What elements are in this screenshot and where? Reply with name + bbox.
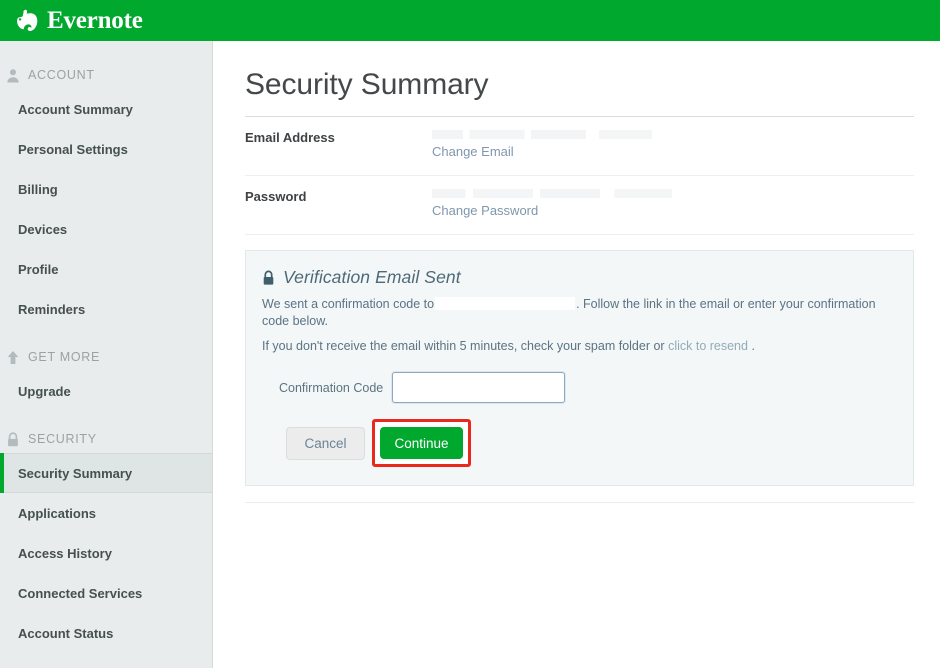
lock-icon bbox=[6, 431, 20, 447]
cancel-button[interactable]: Cancel bbox=[286, 426, 365, 460]
sidebar-item-label: Billing bbox=[18, 181, 58, 197]
person-icon bbox=[6, 68, 20, 83]
email-address-label: Email Address bbox=[245, 130, 335, 145]
sidebar-item-billing[interactable]: Billing bbox=[0, 169, 212, 209]
evernote-brand[interactable]: Evernote bbox=[14, 8, 143, 33]
password-row: Password Change Password bbox=[245, 176, 914, 235]
sidebar-item-devices[interactable]: Devices bbox=[0, 209, 212, 249]
sidebar-section-get-more: GET MORE bbox=[0, 343, 212, 371]
sidebar-section-security: SECURITY bbox=[0, 425, 212, 453]
click-to-resend-link[interactable]: click to resend bbox=[668, 339, 748, 353]
evernote-account-page: Evernote ACCOUNT Account Summary Persona… bbox=[0, 0, 940, 668]
sidebar-item-reminders[interactable]: Reminders bbox=[0, 289, 212, 329]
sidebar-section-account: ACCOUNT bbox=[0, 61, 212, 89]
verification-actions: Cancel Continue bbox=[286, 419, 897, 467]
sidebar-section-label: SECURITY bbox=[28, 432, 97, 446]
change-password-link[interactable]: Change Password bbox=[432, 203, 538, 218]
sidebar-item-label: Reminders bbox=[18, 301, 86, 317]
password-label: Password bbox=[245, 189, 307, 204]
top-bar: Evernote bbox=[0, 0, 940, 41]
change-email-link[interactable]: Change Email bbox=[432, 144, 514, 159]
sidebar-item-label: Account Summary bbox=[18, 101, 133, 117]
confirmation-code-input[interactable] bbox=[392, 372, 566, 403]
password-value-redacted bbox=[432, 189, 672, 198]
sidebar-item-upgrade[interactable]: Upgrade bbox=[0, 371, 212, 411]
sidebar-item-personal-settings[interactable]: Personal Settings bbox=[0, 129, 212, 169]
sidebar: ACCOUNT Account Summary Personal Setting… bbox=[0, 41, 213, 668]
brand-name: Evernote bbox=[47, 7, 143, 34]
sidebar-item-label: Personal Settings bbox=[18, 141, 128, 157]
confirmation-code-label: Confirmation Code bbox=[279, 380, 384, 395]
confirmation-code-row: Confirmation Code bbox=[279, 372, 897, 403]
sidebar-item-label: Security Summary bbox=[18, 465, 133, 481]
continue-button-highlight: Continue bbox=[372, 419, 471, 467]
verification-email-panel: Verification Email Sent We sent a confir… bbox=[245, 250, 914, 486]
sidebar-item-label: Applications bbox=[18, 505, 97, 521]
email-address-row: Email Address Change Email bbox=[245, 117, 914, 176]
recipient-email-redacted bbox=[435, 297, 576, 310]
lock-icon bbox=[262, 270, 275, 286]
sidebar-item-access-history[interactable]: Access History bbox=[0, 533, 212, 573]
sidebar-item-applications[interactable]: Applications bbox=[0, 493, 212, 533]
sidebar-section-label: GET MORE bbox=[28, 350, 101, 364]
spam-notice-suffix: . bbox=[751, 339, 755, 353]
sidebar-item-account-status[interactable]: Account Status bbox=[0, 613, 212, 653]
sidebar-item-label: Devices bbox=[18, 221, 68, 237]
sidebar-item-account-summary[interactable]: Account Summary bbox=[0, 89, 212, 129]
verification-panel-header: Verification Email Sent bbox=[262, 267, 897, 288]
sidebar-item-label: Profile bbox=[18, 261, 59, 277]
up-arrow-icon bbox=[6, 350, 20, 365]
email-value-redacted bbox=[432, 130, 652, 139]
continue-button[interactable]: Continue bbox=[380, 427, 463, 459]
sidebar-item-label: Account Status bbox=[18, 625, 114, 641]
verification-body-text: We sent a confirmation code to. Follow t… bbox=[262, 296, 897, 330]
spam-notice-prefix: If you don't receive the email within 5 … bbox=[262, 339, 665, 353]
sidebar-item-security-summary[interactable]: Security Summary bbox=[0, 453, 212, 493]
sidebar-item-label: Access History bbox=[18, 545, 112, 561]
spam-notice-text: If you don't receive the email within 5 … bbox=[262, 338, 897, 355]
elephant-logo-icon bbox=[14, 9, 40, 33]
sidebar-item-label: Upgrade bbox=[18, 383, 71, 399]
panel-bottom-divider bbox=[245, 502, 914, 503]
verification-panel-title: Verification Email Sent bbox=[283, 267, 461, 287]
page-title: Security Summary bbox=[245, 68, 489, 101]
sidebar-item-profile[interactable]: Profile bbox=[0, 249, 212, 289]
sidebar-section-label: ACCOUNT bbox=[28, 68, 95, 82]
verification-body-prefix: We sent a confirmation code to bbox=[262, 297, 435, 311]
sidebar-item-label: Connected Services bbox=[18, 585, 143, 601]
sidebar-item-connected-services[interactable]: Connected Services bbox=[0, 573, 212, 613]
main-content: Security Summary Email Address Change Em… bbox=[214, 41, 940, 668]
